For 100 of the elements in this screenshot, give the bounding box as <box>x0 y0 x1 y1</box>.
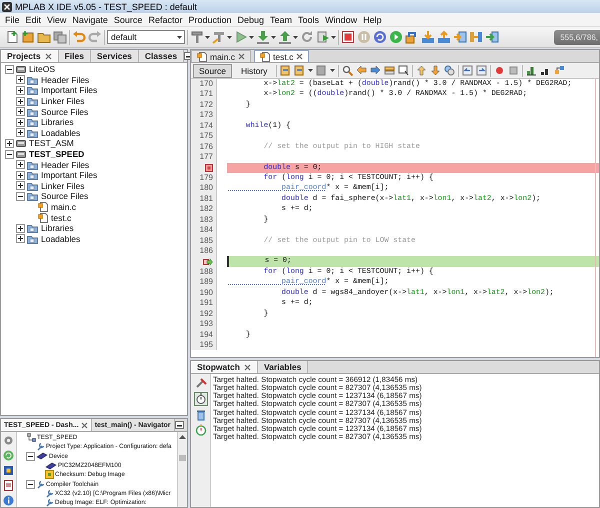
stop-icon[interactable] <box>508 65 520 76</box>
program-icon[interactable] <box>316 30 330 44</box>
caret-icon[interactable] <box>249 34 254 40</box>
reset-icon[interactable] <box>373 30 387 44</box>
tree-item[interactable]: Libraries <box>40 223 74 234</box>
expander-icon[interactable] <box>16 86 25 95</box>
close-icon[interactable] <box>296 53 304 60</box>
tab[interactable]: Classes <box>138 50 184 62</box>
continue-icon[interactable] <box>389 30 403 44</box>
tab[interactable]: main.c <box>191 50 252 62</box>
tree-item[interactable]: Loadables <box>40 234 80 244</box>
caret-icon[interactable] <box>331 34 336 40</box>
step-out-icon[interactable] <box>437 30 451 44</box>
menu-item[interactable]: File <box>2 14 23 24</box>
tab[interactable]: Stopwatch <box>191 361 258 373</box>
gear-icon[interactable] <box>3 435 14 446</box>
shift-left-icon[interactable] <box>462 65 474 76</box>
shift-right-icon[interactable] <box>476 65 488 76</box>
scroll-up-icon[interactable] <box>179 434 186 439</box>
caret-icon[interactable] <box>308 68 314 73</box>
minimize-icon[interactable] <box>175 421 184 429</box>
selection-icon[interactable] <box>398 65 410 76</box>
caret-icon[interactable] <box>271 34 276 40</box>
expander-icon[interactable] <box>16 192 25 201</box>
caret-icon[interactable] <box>205 34 210 40</box>
expander-icon[interactable] <box>16 234 25 244</box>
stacked-pages-icon[interactable] <box>53 30 67 44</box>
menu-item[interactable]: Team <box>267 14 296 24</box>
close-icon[interactable] <box>44 52 52 60</box>
info-icon[interactable] <box>3 495 14 506</box>
menu-item[interactable]: Navigate <box>69 14 111 24</box>
tree-item[interactable]: test.c <box>50 212 72 223</box>
close-icon[interactable] <box>80 422 88 428</box>
tree-item[interactable]: Libraries <box>40 117 74 128</box>
document-icon[interactable] <box>3 480 14 491</box>
step-into-icon[interactable] <box>421 30 435 44</box>
tree-item[interactable]: Header Files <box>40 160 90 170</box>
scroll-grip-icon[interactable] <box>179 455 186 461</box>
focus-cursor-icon[interactable] <box>485 30 499 44</box>
menu-item[interactable]: Refactor <box>145 14 186 24</box>
tree-item[interactable]: Important Files <box>40 170 98 180</box>
menu-item[interactable]: Production <box>185 14 234 24</box>
stopwatch-icon[interactable] <box>194 392 208 406</box>
caret-icon[interactable] <box>330 68 336 73</box>
diagram-icon[interactable] <box>554 65 566 76</box>
run-to-cursor-icon[interactable] <box>453 30 467 44</box>
expander-icon[interactable] <box>16 170 25 180</box>
expander-icon[interactable] <box>5 150 14 159</box>
tree-item[interactable]: Linker Files <box>40 180 84 191</box>
timer-icon[interactable] <box>194 424 206 436</box>
menu-item[interactable]: Tools <box>295 14 322 24</box>
tree-item[interactable]: Important Files <box>40 85 98 96</box>
tree-item[interactable]: TEST_SPEED <box>28 149 84 160</box>
page-icon[interactable] <box>316 65 328 76</box>
up-arrow-icon[interactable] <box>416 65 428 76</box>
page-back-icon[interactable] <box>294 65 306 76</box>
tab[interactable]: Variables <box>258 361 308 373</box>
expander-icon[interactable] <box>16 181 25 190</box>
stop-icon[interactable] <box>341 30 355 44</box>
bookmark-icon[interactable] <box>444 65 456 76</box>
tree-item[interactable]: Loadables <box>40 128 80 138</box>
expander-icon[interactable] <box>16 160 25 170</box>
expander-icon[interactable] <box>16 224 25 233</box>
chip-icon[interactable] <box>3 465 14 476</box>
menu-item[interactable]: Window <box>322 14 360 24</box>
expander-icon[interactable] <box>5 64 14 74</box>
highlight-icon[interactable] <box>384 65 396 76</box>
configuration-dropdown[interactable]: default <box>107 30 185 44</box>
tree-item[interactable]: Linker Files <box>40 96 84 106</box>
expander-icon[interactable] <box>26 480 35 489</box>
expander-icon[interactable] <box>16 118 25 127</box>
new-file-icon[interactable] <box>21 30 35 44</box>
search-icon[interactable] <box>342 65 354 76</box>
menu-item[interactable]: Edit <box>22 14 44 24</box>
tree-item[interactable]: Source Files <box>40 191 88 202</box>
caret-icon[interactable] <box>293 34 298 40</box>
set-pc-icon[interactable] <box>469 30 483 44</box>
tree-item[interactable]: Source Files <box>40 106 88 117</box>
caret-icon[interactable] <box>227 34 232 40</box>
tree-item[interactable]: main.c <box>50 202 76 212</box>
expander-icon[interactable] <box>16 107 25 116</box>
tab[interactable]: Files <box>58 50 91 62</box>
find-previous-icon[interactable] <box>356 65 368 76</box>
hammer-icon[interactable] <box>190 30 204 44</box>
expander-icon[interactable] <box>26 452 35 461</box>
tab[interactable]: Services <box>90 50 139 62</box>
tab[interactable]: Projects <box>1 50 59 62</box>
refresh-icon[interactable] <box>3 450 14 461</box>
find-next-icon[interactable] <box>370 65 382 76</box>
menu-item[interactable]: View <box>44 14 70 24</box>
expander-icon[interactable] <box>5 138 14 148</box>
record-icon[interactable] <box>494 65 506 76</box>
close-icon[interactable] <box>244 364 251 370</box>
tree-item[interactable]: TEST_ASM <box>28 138 74 148</box>
expander-icon[interactable] <box>16 75 25 84</box>
menu-item[interactable]: Source <box>110 14 146 24</box>
tab[interactable]: test.c <box>254 50 310 62</box>
view-tab[interactable]: Source <box>193 64 232 78</box>
expander-icon[interactable] <box>16 128 25 138</box>
menu-item[interactable]: Debug <box>234 14 268 24</box>
